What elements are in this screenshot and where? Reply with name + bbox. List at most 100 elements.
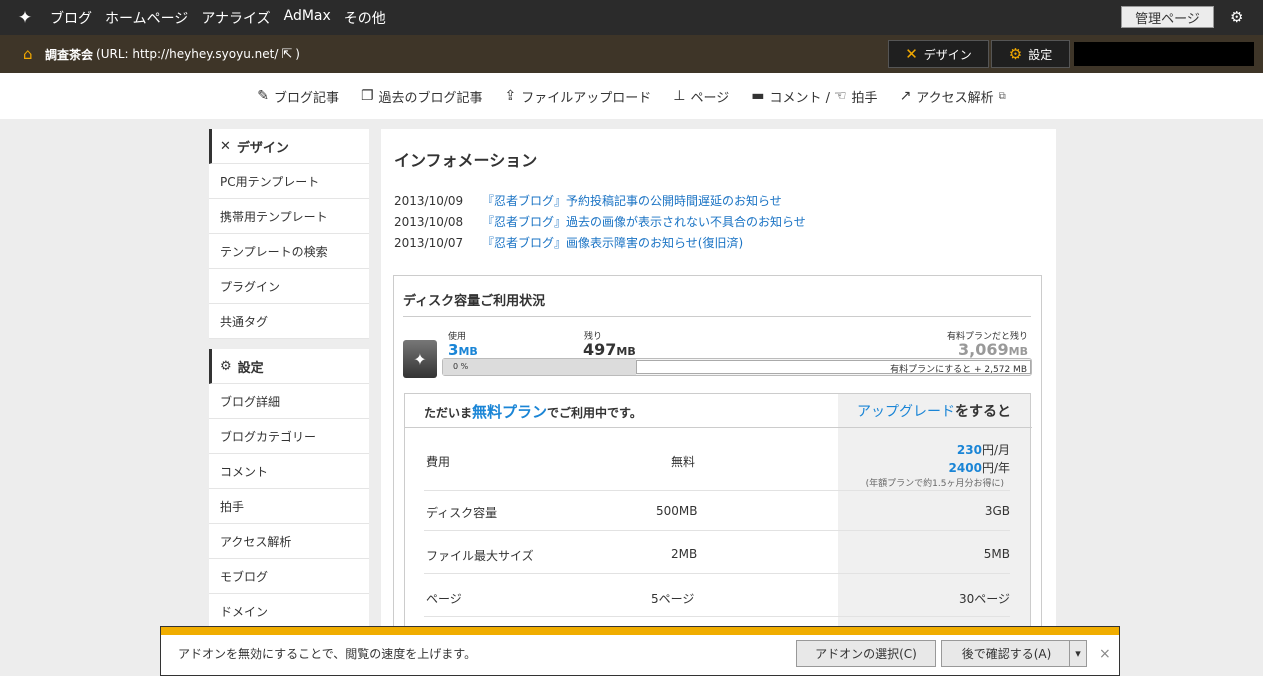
topnav-other[interactable]: その他	[344, 8, 386, 28]
addon-notification-bar: アドオンを無効にすることで、閲覧の速度を上げます。 アドオンの選択(C) 後で確…	[160, 626, 1120, 676]
news-list: 2013/10/09 『忍者ブログ』予約投稿記事の公開時間遅延のお知らせ 2013…	[394, 190, 806, 253]
topnav-homepage[interactable]: ホームページ	[105, 8, 188, 28]
used-number: 3	[448, 341, 459, 359]
sidebar-item-blog-detail[interactable]: ブログ詳細	[209, 384, 369, 419]
plan-head-free: 無料プラン	[472, 403, 548, 421]
check-later-button[interactable]: 後で確認する(A)	[941, 640, 1071, 667]
plan-head-post: でご利用中です。	[547, 406, 642, 420]
sidebar-settings-group: ⚙ 設定 ブログ詳細 ブログカテゴリー コメント 拍手 アクセス解析 モブログ ド…	[209, 349, 369, 629]
divider	[405, 427, 1032, 428]
top-nav: ブログ ホームページ アナライズ AdMax その他	[50, 8, 399, 28]
close-icon[interactable]: ×	[1099, 646, 1111, 662]
disk-progress-bar: 0 % 有料プランにすると + 2,572 MB	[442, 358, 1032, 376]
sidebar-item-comment[interactable]: コメント	[209, 454, 369, 489]
gear-icon[interactable]: ⚙	[1230, 8, 1243, 26]
cost-month-num: 230	[956, 443, 982, 457]
subnav-label: ブログ記事	[273, 90, 339, 106]
topnav-blog[interactable]: ブログ	[50, 8, 92, 28]
plan-upgrade-heading: アップグレードをすると	[857, 401, 1011, 421]
hard-drive-icon: ✦	[403, 340, 437, 378]
design-tools-icon: ✕	[905, 45, 918, 63]
select-addons-button[interactable]: アドオンの選択(C)	[796, 640, 936, 667]
subnav-label: ページ	[690, 90, 730, 106]
paid-remaining-value: 3,069MB	[958, 340, 1028, 359]
upgrade-link[interactable]: アップグレード	[857, 404, 955, 420]
sidebar-item-common-tag[interactable]: 共通タグ	[209, 304, 369, 339]
check-later-dropdown[interactable]: ▾	[1069, 640, 1087, 667]
design-button-label: デザイン	[923, 47, 972, 62]
gear-icon: ⚙	[220, 358, 232, 374]
divider	[403, 316, 1031, 317]
subnav-clap[interactable]: ☜ 拍手	[834, 87, 878, 106]
redacted-box	[1074, 42, 1254, 66]
subnav-blog-post[interactable]: ✎ ブログ記事	[257, 87, 339, 106]
paid-unit: MB	[1008, 345, 1028, 358]
sidebar-item-plugin[interactable]: プラグイン	[209, 269, 369, 304]
topnav-admax[interactable]: AdMax	[284, 8, 331, 28]
sidebar-item-mobile-template[interactable]: 携帯用テンプレート	[209, 199, 369, 234]
divider	[424, 530, 1010, 531]
plan-head-pre: ただいま	[424, 406, 473, 420]
topnav-analyze[interactable]: アナライズ	[201, 8, 270, 28]
remaining-number: 497	[583, 340, 617, 359]
plan-current-heading: ただいま無料プランでご利用中です。	[424, 401, 642, 422]
news-link[interactable]: 『忍者ブログ』過去の画像が表示されない不具合のお知らせ	[482, 213, 806, 230]
settings-gear-icon: ⚙	[1008, 45, 1023, 63]
subnav-access-analysis[interactable]: ↗ アクセス解析 ⧉	[900, 87, 1006, 106]
cost-year-num: 2400	[948, 461, 982, 475]
file-size-paid: 5MB	[983, 547, 1010, 561]
news-item: 2013/10/07 『忍者ブログ』画像表示障害のお知らせ(復旧済)	[394, 232, 806, 253]
sidebar-head-settings: ⚙ 設定	[209, 349, 369, 384]
sidebar-item-pc-template[interactable]: PC用テンプレート	[209, 164, 369, 199]
subnav-label: 過去のブログ記事	[378, 90, 483, 106]
news-link[interactable]: 『忍者ブログ』予約投稿記事の公開時間遅延のお知らせ	[482, 192, 782, 209]
cost-year-unit: 円/年	[981, 461, 1010, 475]
settings-button-label: 設定	[1028, 47, 1053, 62]
disk-capacity-paid: 3GB	[984, 504, 1010, 518]
sidebar: ✕ デザイン PC用テンプレート 携帯用テンプレート テンプレートの検索 プラグイ…	[209, 129, 369, 639]
disk-progress-free-segment	[443, 359, 636, 375]
sidebar-item-access-analysis[interactable]: アクセス解析	[209, 524, 369, 559]
remaining-unit: MB	[616, 345, 636, 358]
design-button[interactable]: ✕ デザイン	[888, 40, 989, 68]
blog-title[interactable]: 調査茶会	[45, 46, 93, 63]
sub-nav: ✎ ブログ記事 ❐ 過去のブログ記事 ⇪ ファイルアップロード ⊥ ページ ▬ コメント …	[0, 73, 1263, 119]
paid-number: 3,069	[958, 340, 1009, 359]
home-icon[interactable]: ⌂	[23, 45, 41, 63]
external-link-icon: ⧉	[998, 90, 1006, 102]
subnav-label: 拍手	[851, 90, 878, 106]
cost-month-unit: 円/月	[981, 443, 1010, 457]
news-link[interactable]: 『忍者ブログ』画像表示障害のお知らせ(復旧済)	[482, 234, 743, 251]
info-title: インフォメーション	[394, 151, 538, 170]
used-value: 3MB	[448, 341, 478, 359]
sidebar-item-domain[interactable]: ドメイン	[209, 594, 369, 629]
subnav-comment[interactable]: ▬ コメント /	[751, 87, 830, 106]
blog-url-close: )	[295, 47, 300, 61]
ninja-logo-icon[interactable]: ✦	[0, 8, 50, 28]
top-bar: ✦ ブログ ホームページ アナライズ AdMax その他 管理ページ ⚙	[0, 0, 1263, 35]
page-label: ページ	[426, 592, 462, 606]
divider	[424, 616, 1010, 617]
sidebar-item-clap[interactable]: 拍手	[209, 489, 369, 524]
file-size-label: ファイル最大サイズ	[426, 549, 534, 563]
sidebar-item-template-search[interactable]: テンプレートの検索	[209, 234, 369, 269]
disk-title: ディスク容量ご利用状況	[403, 294, 546, 309]
subnav-file-upload[interactable]: ⇪ ファイルアップロード	[505, 87, 652, 106]
sidebar-head-label: デザイン	[236, 140, 289, 156]
subnav-page[interactable]: ⊥ ページ	[673, 87, 729, 106]
upgrade-post: をすると	[955, 404, 1011, 420]
share-icon[interactable]: ⇱	[281, 47, 292, 62]
news-item: 2013/10/09 『忍者ブログ』予約投稿記事の公開時間遅延のお知らせ	[394, 190, 806, 211]
progress-percent: 0 %	[453, 362, 469, 371]
sidebar-item-moblog[interactable]: モブログ	[209, 559, 369, 594]
divider	[424, 573, 1010, 574]
notification-accent	[161, 627, 1119, 635]
disk-usage-panel: ディスク容量ご利用状況 ✦ 使用 3MB 残り 497MB 有料プランだと残り …	[393, 275, 1042, 676]
sidebar-design-group: ✕ デザイン PC用テンプレート 携帯用テンプレート テンプレートの検索 プラグイ…	[209, 129, 369, 339]
settings-button[interactable]: ⚙ 設定	[991, 40, 1070, 68]
sidebar-item-blog-category[interactable]: ブログカテゴリー	[209, 419, 369, 454]
subnav-past-posts[interactable]: ❐ 過去のブログ記事	[361, 87, 483, 106]
cost-label: 費用	[426, 455, 451, 469]
admin-page-button[interactable]: 管理ページ	[1121, 6, 1214, 28]
blog-url: (URL: http://heyhey.syoyu.net/	[96, 47, 279, 61]
